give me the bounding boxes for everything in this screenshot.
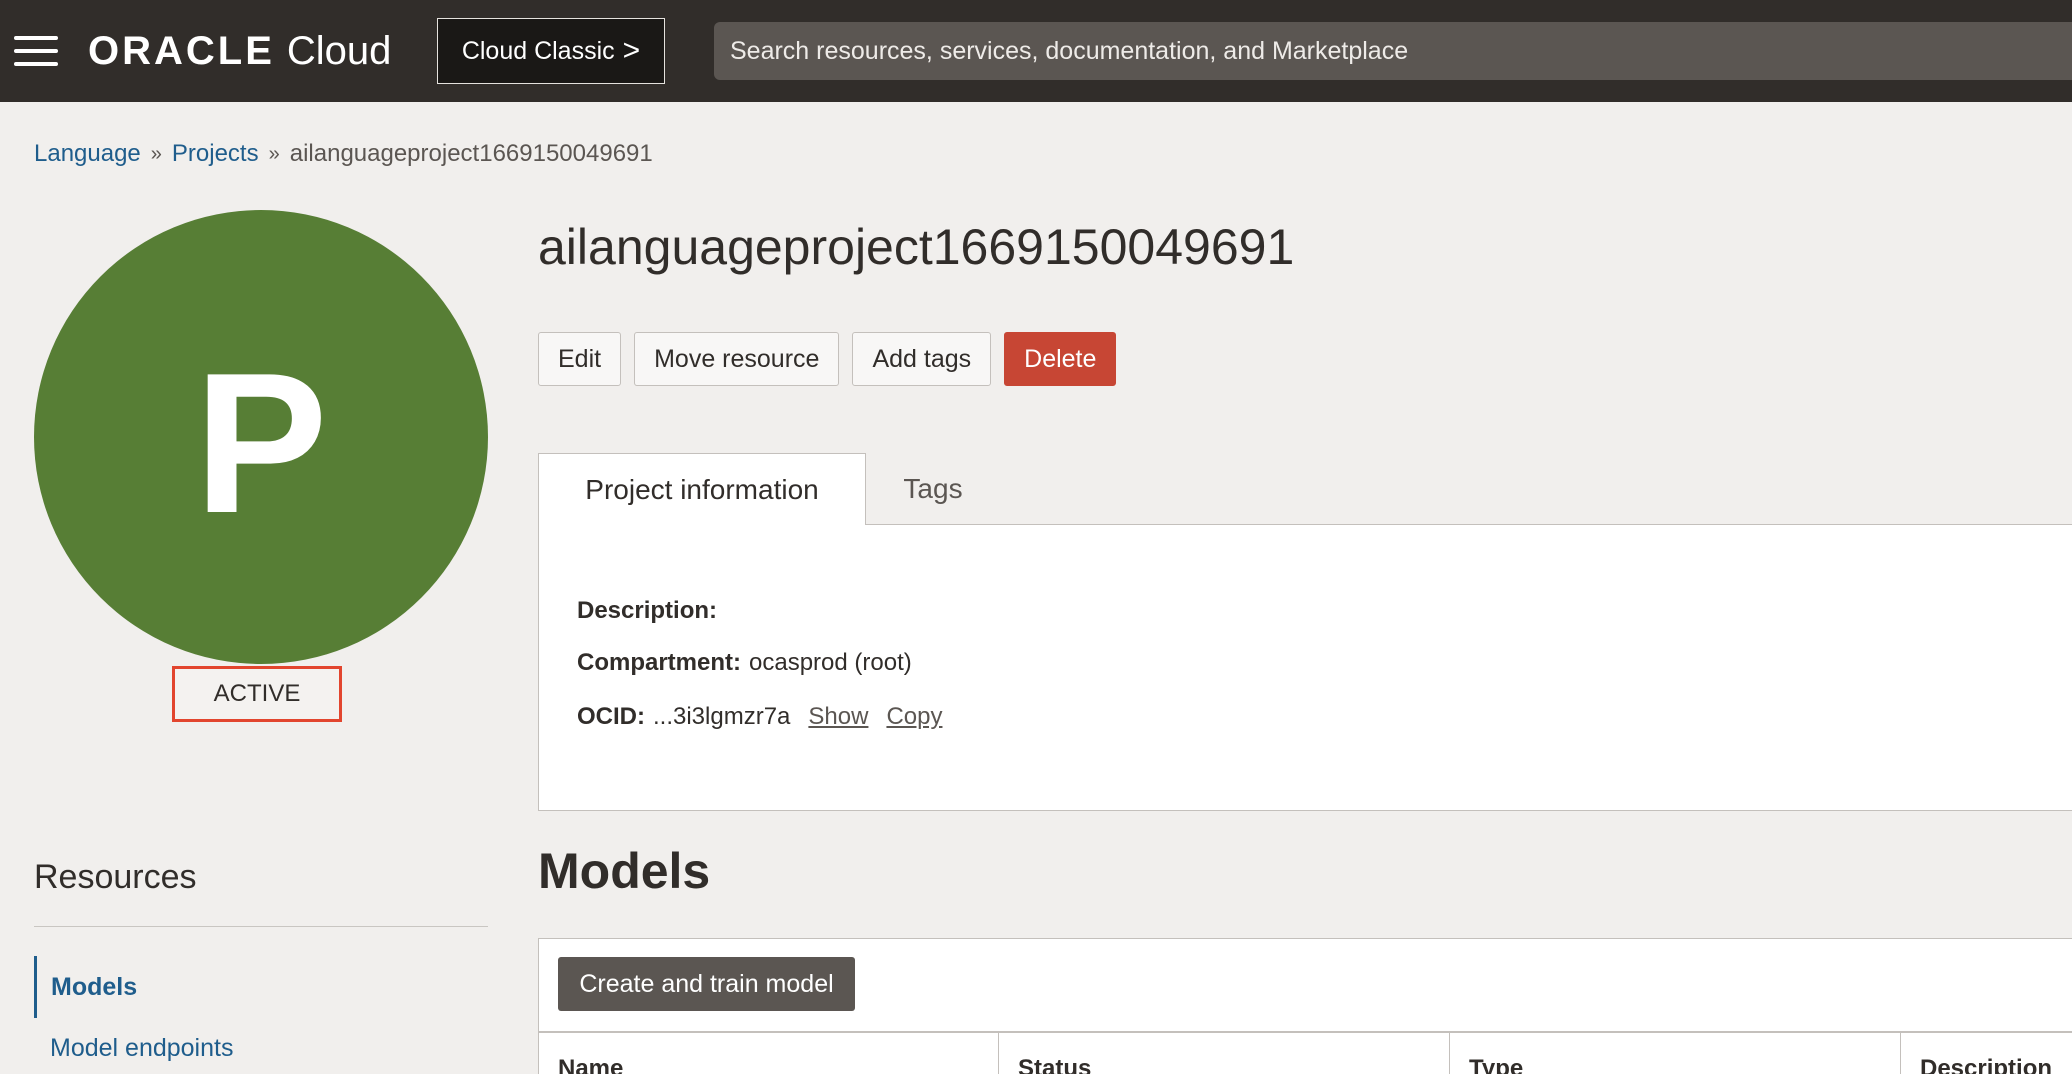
resource-item-label: Models bbox=[51, 972, 138, 1001]
chevron-right-icon: > bbox=[622, 34, 641, 67]
column-header-description[interactable]: Description bbox=[1901, 1033, 2072, 1074]
description-row: Description: bbox=[577, 597, 725, 625]
search-placeholder: Search resources, services, documentatio… bbox=[730, 36, 1409, 65]
ocid-value: ...3i3lgmzr7a bbox=[653, 703, 791, 730]
column-header-name[interactable]: Name bbox=[539, 1033, 999, 1074]
compartment-value: ocasprod (root) bbox=[749, 649, 912, 676]
search-input[interactable]: Search resources, services, documentatio… bbox=[714, 22, 2072, 80]
resources-divider bbox=[34, 926, 488, 927]
ocid-copy-link[interactable]: Copy bbox=[886, 703, 942, 731]
ocid-row: OCID: ...3i3lgmzr7a Show Copy bbox=[577, 703, 942, 731]
create-and-train-model-button[interactable]: Create and train model bbox=[558, 957, 855, 1011]
avatar-letter: P bbox=[194, 332, 328, 555]
ocid-show-link[interactable]: Show bbox=[808, 703, 868, 731]
delete-button[interactable]: Delete bbox=[1004, 332, 1117, 386]
compartment-row: Compartment: ocasprod (root) bbox=[577, 649, 912, 677]
description-label: Description: bbox=[577, 597, 718, 624]
move-resource-button[interactable]: Move resource bbox=[634, 332, 840, 386]
status-badge: ACTIVE bbox=[172, 666, 342, 722]
project-avatar: P bbox=[34, 210, 488, 664]
page-title: ailanguageproject1669150049691 bbox=[538, 219, 1295, 275]
breadcrumb-separator-icon: » bbox=[268, 142, 280, 165]
cloud-classic-label: Cloud Classic bbox=[461, 36, 615, 65]
models-heading: Models bbox=[538, 843, 711, 899]
logo-oracle-text: ORACLE bbox=[88, 28, 275, 73]
ocid-label: OCID: bbox=[577, 703, 645, 730]
resource-item-models[interactable]: Models bbox=[34, 956, 488, 1018]
tab-bar: Project information Tags bbox=[538, 453, 1000, 525]
breadcrumb: Language » Projects » ailanguageproject1… bbox=[34, 140, 653, 168]
tab-tags[interactable]: Tags bbox=[866, 453, 1000, 525]
top-navigation-bar: ORACLE Cloud Cloud Classic > Search reso… bbox=[0, 0, 2072, 102]
tab-project-information[interactable]: Project information bbox=[538, 453, 866, 525]
edit-button[interactable]: Edit bbox=[538, 332, 622, 386]
breadcrumb-language[interactable]: Language bbox=[34, 140, 141, 168]
cloud-classic-button[interactable]: Cloud Classic > bbox=[437, 18, 665, 84]
models-panel: Create and train model Name Status Type … bbox=[538, 938, 2072, 1074]
compartment-label: Compartment: bbox=[577, 649, 742, 676]
project-information-panel: Description: Compartment: ocasprod (root… bbox=[538, 524, 2072, 811]
breadcrumb-separator-icon: » bbox=[150, 142, 162, 165]
breadcrumb-projects[interactable]: Projects bbox=[172, 140, 259, 168]
resource-item-model-endpoints[interactable]: Model endpoints bbox=[50, 1034, 233, 1063]
resources-heading: Resources bbox=[34, 858, 197, 896]
breadcrumb-current: ailanguageproject1669150049691 bbox=[289, 140, 653, 167]
logo-cloud-text: Cloud bbox=[286, 28, 392, 73]
action-buttons: Edit Move resource Add tags Delete bbox=[538, 332, 1117, 386]
column-header-type[interactable]: Type bbox=[1450, 1033, 1901, 1074]
models-table-header: Name Status Type Description bbox=[539, 1031, 2072, 1074]
column-header-status[interactable]: Status bbox=[999, 1033, 1450, 1074]
menu-icon[interactable] bbox=[14, 36, 58, 66]
add-tags-button[interactable]: Add tags bbox=[852, 332, 992, 386]
oracle-cloud-logo[interactable]: ORACLE Cloud bbox=[88, 26, 391, 76]
